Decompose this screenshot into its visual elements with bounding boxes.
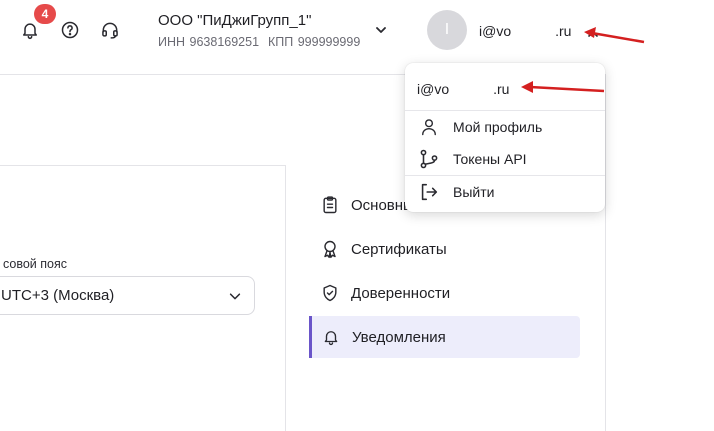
- side-nav-label: Доверенности: [351, 284, 451, 302]
- clipboard-icon: [319, 194, 341, 216]
- menu-item-profile[interactable]: Мой профиль: [405, 112, 605, 142]
- organization-ids: ИНН 9638169251 КПП 999999999: [158, 35, 360, 49]
- question-icon: [61, 21, 79, 39]
- side-nav-item-notifications[interactable]: Уведомления: [309, 316, 580, 358]
- bell-icon: [23, 23, 37, 40]
- panel-divider: [0, 165, 286, 166]
- chevron-down-icon: [229, 293, 241, 300]
- bell-icon: [320, 326, 342, 348]
- shield-check-icon: [319, 282, 341, 304]
- logout-icon: [417, 180, 441, 204]
- annotation-arrow: [521, 81, 605, 93]
- menu-separator: [405, 110, 605, 111]
- organization-kpp: КПП 999999999: [267, 35, 361, 49]
- timezone-label: совой пояс: [3, 257, 67, 271]
- timezone-select[interactable]: UTC+3 (Москва): [0, 276, 255, 315]
- user-icon: [417, 115, 441, 139]
- side-nav-label: Сертификаты: [351, 240, 447, 258]
- support-button[interactable]: [98, 18, 122, 42]
- notification-count-badge: 4: [34, 4, 56, 24]
- certificate-icon: [319, 238, 341, 260]
- organization-inn: ИНН 9638169251: [158, 35, 260, 49]
- user-menu-email-start: i@vo: [417, 81, 450, 97]
- user-menu-trigger[interactable]: i@vo .ru: [479, 23, 571, 39]
- menu-item-label: Выйти: [453, 184, 495, 200]
- menu-item-label: Токены API: [453, 151, 527, 167]
- column-divider: [285, 165, 286, 431]
- side-nav-label: Уведомления: [352, 328, 446, 346]
- menu-item-label: Мой профиль: [453, 119, 543, 135]
- help-button[interactable]: [58, 18, 82, 42]
- organization-switch-button[interactable]: [373, 22, 389, 38]
- menu-item-api-tokens[interactable]: Токены API: [405, 144, 605, 174]
- annotation-arrow: [584, 27, 645, 44]
- avatar[interactable]: I: [427, 10, 467, 50]
- user-menu-email-end: .ru: [493, 81, 510, 97]
- menu-item-logout[interactable]: Выйти: [405, 177, 605, 207]
- side-nav-item-powers-of-attorney[interactable]: Доверенности: [309, 272, 580, 314]
- user-menu-email: i@vo .ru: [417, 81, 509, 97]
- chevron-down-icon: [376, 27, 386, 33]
- user-email-end: .ru: [555, 23, 572, 39]
- menu-separator: [405, 175, 605, 176]
- headset-icon: [102, 22, 118, 39]
- organization-name: ООО "ПиДжиГрупп_1": [158, 12, 312, 29]
- side-nav-item-certificates[interactable]: Сертификаты: [309, 228, 580, 270]
- git-branch-icon: [417, 147, 441, 171]
- timezone-value: UTC+3 (Москва): [1, 287, 115, 304]
- user-email-start: i@vo: [479, 23, 512, 39]
